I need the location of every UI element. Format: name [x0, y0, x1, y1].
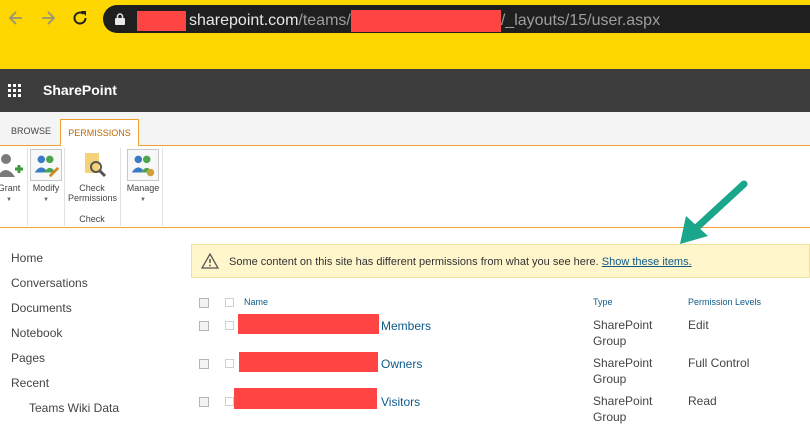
grant-button[interactable]: Grant ▼ [0, 149, 26, 205]
ribbon-tabs: BROWSE PERMISSIONS [0, 112, 810, 147]
redacted-block [350, 10, 501, 32]
manage-button[interactable]: Manage ▼ [124, 149, 162, 205]
group-name-link[interactable]: Visitors [381, 394, 420, 410]
header-item-checkbox[interactable] [225, 298, 234, 307]
url-domain: sharepoint.com [189, 12, 299, 30]
group-name-link[interactable]: Owners [381, 356, 422, 372]
app-launcher-icon[interactable] [8, 84, 21, 97]
select-all-checkbox[interactable] [199, 298, 209, 308]
chevron-down-icon: ▼ [6, 197, 12, 203]
row-item-checkbox[interactable] [225, 397, 234, 406]
warning-text: Some content on this site has different … [229, 256, 599, 268]
column-header-permission-levels[interactable]: Permission Levels [688, 297, 761, 307]
nav-item-teams-wiki-data[interactable]: Teams Wiki Data [29, 401, 119, 415]
group-type: SharePoint Group [593, 355, 663, 387]
ribbon-divider [120, 148, 121, 226]
group-type: SharePoint Group [593, 393, 663, 425]
nav-item-documents[interactable]: Documents [11, 301, 72, 315]
redacted-block [234, 388, 377, 409]
modify-permissions-icon [30, 149, 62, 181]
manage-label: Manage [126, 183, 160, 193]
redacted-block [238, 314, 379, 334]
permissions-warning-bar: Some content on this site has different … [191, 244, 810, 278]
column-header-type[interactable]: Type [593, 297, 613, 307]
url-path-start: /teams/ [298, 12, 351, 30]
row-checkbox[interactable] [199, 359, 209, 369]
row-item-checkbox[interactable] [225, 359, 234, 368]
url-text: sharepoint.com/teams/ /_layouts/15/user.a… [137, 10, 660, 32]
type-line-2: Group [593, 410, 627, 424]
ribbon-divider [162, 148, 163, 226]
modify-label: Modify [32, 183, 60, 193]
show-these-items-link[interactable]: Show these items. [602, 256, 692, 268]
ribbon-divider [27, 148, 28, 226]
nav-item-conversations[interactable]: Conversations [11, 276, 88, 290]
tab-browse[interactable]: BROWSE [11, 126, 51, 136]
redacted-block [137, 11, 186, 31]
check-label-2: Permissions [68, 193, 118, 203]
forward-arrow-icon[interactable] [38, 8, 58, 28]
permission-level: Edit [688, 318, 709, 332]
chevron-down-icon: ▼ [43, 197, 49, 203]
tab-permissions[interactable]: PERMISSIONS [60, 119, 139, 147]
check-label-1: Check [79, 183, 105, 193]
row-item-checkbox[interactable] [225, 321, 234, 330]
type-line-2: Group [593, 334, 627, 348]
group-type: SharePoint Group [593, 317, 663, 349]
nav-item-pages[interactable]: Pages [11, 351, 45, 365]
warning-message: Some content on this site has different … [229, 256, 692, 268]
permission-level: Read [688, 394, 717, 408]
type-line-1: SharePoint [593, 394, 653, 408]
browser-bookmark-area [0, 38, 810, 69]
permission-level: Full Control [688, 356, 750, 370]
manage-icon [127, 149, 159, 181]
type-line-1: SharePoint [593, 356, 653, 370]
modify-button[interactable]: Modify ▼ [29, 149, 63, 205]
nav-item-home[interactable]: Home [11, 251, 43, 265]
type-line-1: SharePoint [593, 318, 653, 332]
url-path-end: /_layouts/15/user.aspx [500, 12, 661, 30]
type-line-2: Group [593, 372, 627, 386]
row-checkbox[interactable] [199, 397, 209, 407]
nav-item-recent[interactable]: Recent [11, 376, 49, 390]
lock-icon [115, 13, 125, 25]
ribbon-divider [64, 148, 65, 226]
nav-item-notebook[interactable]: Notebook [11, 326, 62, 340]
suite-bar: SharePoint [0, 69, 810, 112]
redacted-block [239, 352, 378, 372]
check-permissions-button[interactable]: Check Permissions [68, 149, 118, 203]
check-permissions-icon [85, 153, 107, 178]
back-arrow-icon[interactable] [6, 8, 26, 28]
group-name-link[interactable]: Members [381, 318, 431, 334]
grant-label: Grant [0, 183, 21, 193]
annotation-arrow-icon [680, 180, 748, 244]
column-header-name[interactable]: Name [244, 297, 268, 307]
group-label-check: Check [79, 214, 105, 224]
row-checkbox[interactable] [199, 321, 209, 331]
reload-icon[interactable] [70, 8, 90, 28]
chevron-down-icon: ▼ [140, 197, 146, 203]
suite-title[interactable]: SharePoint [43, 82, 117, 98]
browser-toolbar: sharepoint.com/teams/ /_layouts/15/user.a… [0, 0, 810, 38]
warning-icon [201, 253, 219, 269]
grant-permissions-icon [0, 154, 23, 177]
address-bar[interactable]: sharepoint.com/teams/ /_layouts/15/user.a… [103, 5, 810, 33]
